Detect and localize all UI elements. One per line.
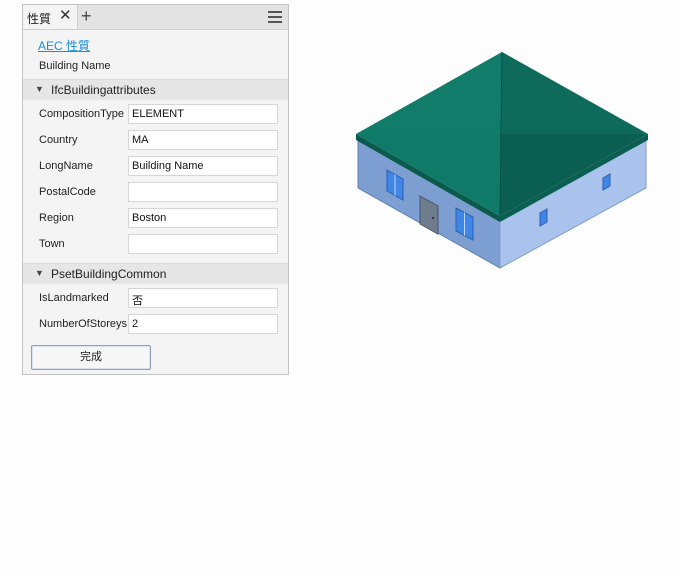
add-tab-icon[interactable]: + (81, 6, 92, 26)
collapse-arrow-icon[interactable]: ▼ (35, 268, 44, 278)
property-row-country: Country MA (23, 129, 288, 151)
properties-panel: 性質 ✕ + AEC 性質 Building Name ▼ IfcBuildin… (22, 4, 289, 375)
hamburger-menu-icon[interactable] (268, 11, 282, 23)
tab-properties[interactable]: 性質 ✕ (23, 5, 78, 29)
collapse-arrow-icon[interactable]: ▼ (35, 84, 44, 94)
property-label: CompositionType (39, 108, 124, 120)
property-label: Town (39, 238, 65, 250)
property-label: PostalCode (39, 186, 96, 198)
section-title: IfcBuildingattributes (51, 83, 156, 97)
done-button[interactable]: 完成 (31, 345, 151, 370)
numberofstoreys-field[interactable]: 2 (128, 314, 278, 334)
section-title: PsetBuildingCommon (51, 267, 167, 281)
postalcode-field[interactable] (128, 182, 278, 202)
property-row-numberofstoreys: NumberOfStoreys 2 (23, 313, 288, 335)
property-label: NumberOfStoreys (39, 318, 128, 330)
property-row-postalcode: PostalCode (23, 181, 288, 203)
property-label: IsLandmarked (39, 292, 109, 304)
property-row-town: Town (23, 233, 288, 255)
country-field[interactable]: MA (128, 130, 278, 150)
property-row-longname: LongName Building Name (23, 155, 288, 177)
town-field[interactable] (128, 234, 278, 254)
property-label: Region (39, 212, 74, 224)
property-label: Country (39, 134, 78, 146)
building-name-label: Building Name (39, 60, 111, 72)
aec-properties-link[interactable]: AEC 性質 (38, 37, 90, 54)
tab-bar: 性質 ✕ + (23, 5, 288, 30)
property-row-region: Region Boston (23, 207, 288, 229)
region-field[interactable]: Boston (128, 208, 278, 228)
building-3d-model[interactable] (356, 50, 650, 272)
section-ifcbuildingattributes-header[interactable]: ▼ IfcBuildingattributes (23, 79, 288, 100)
property-row-compositiontype: CompositionType ELEMENT (23, 103, 288, 125)
longname-field[interactable]: Building Name (128, 156, 278, 176)
compositiontype-field[interactable]: ELEMENT (128, 104, 278, 124)
close-icon[interactable]: ✕ (59, 8, 72, 24)
tab-label: 性質 (27, 12, 52, 26)
section-psetbuildingcommon-header[interactable]: ▼ PsetBuildingCommon (23, 263, 288, 284)
property-row-islandmarked: IsLandmarked 否 (23, 287, 288, 309)
property-label: LongName (39, 160, 93, 172)
islandmarked-field[interactable]: 否 (128, 288, 278, 308)
